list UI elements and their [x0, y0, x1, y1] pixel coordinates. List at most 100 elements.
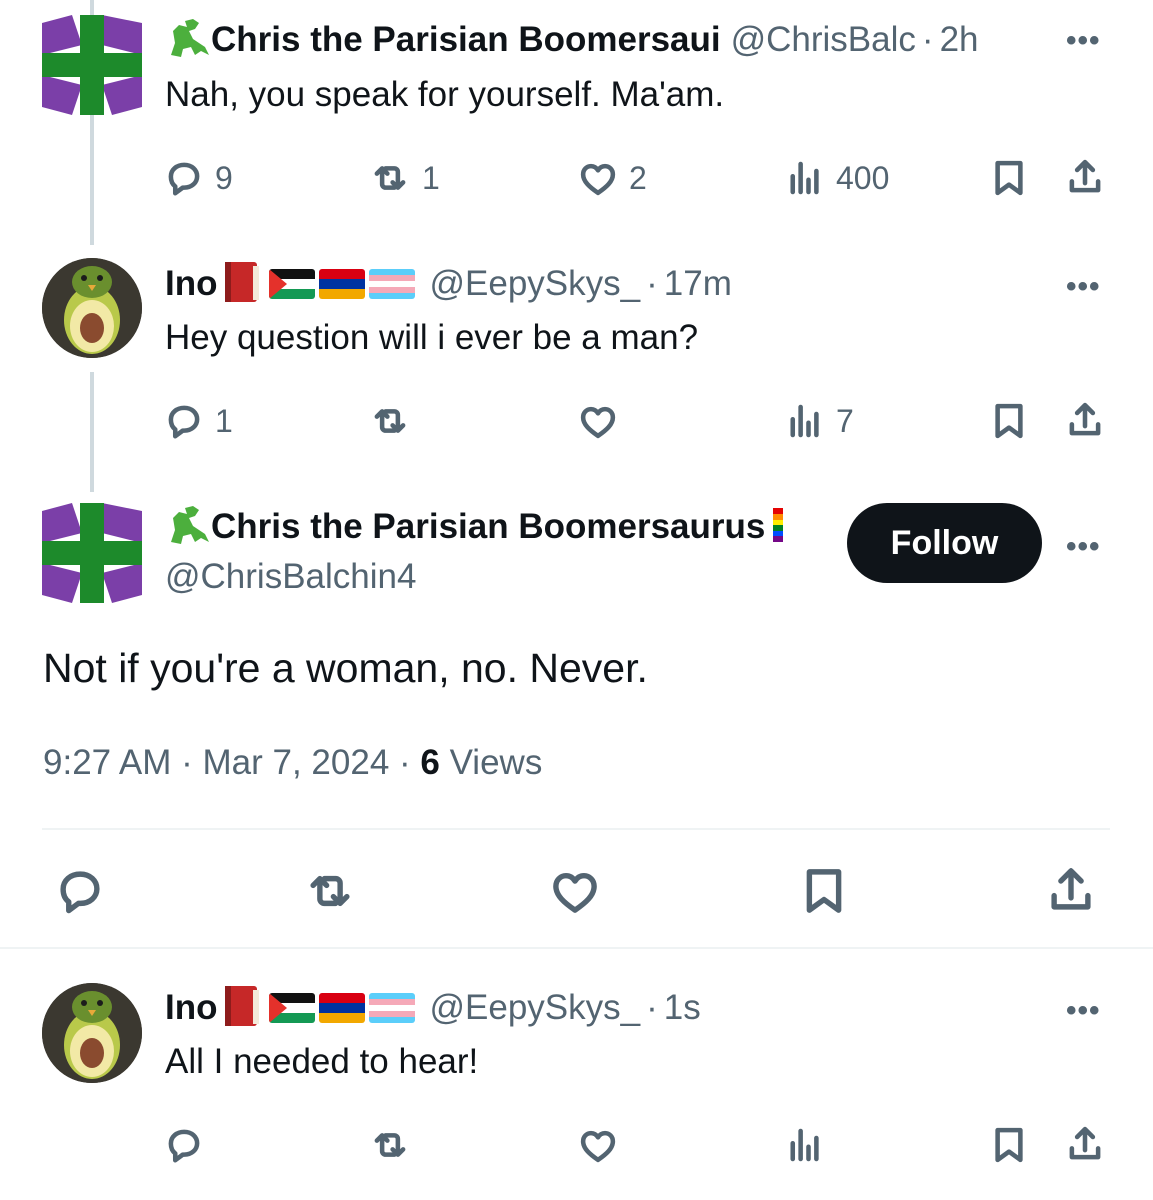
- tweet-text: Nah, you speak for yourself. Ma'am.: [165, 75, 725, 114]
- separator: ·: [646, 988, 658, 1027]
- like-button[interactable]: [577, 1124, 619, 1166]
- bookmark-icon: [988, 157, 1030, 199]
- handle[interactable]: @ChrisBalchin4: [165, 557, 416, 597]
- follow-button[interactable]: Follow: [847, 503, 1042, 583]
- like-icon: [577, 400, 619, 442]
- like-icon: [577, 1124, 619, 1166]
- avatar-chris[interactable]: [42, 15, 142, 115]
- armenia-flag-icon: [319, 269, 366, 299]
- avocado-bird-avatar-icon: [42, 983, 142, 1083]
- like-icon: [577, 157, 619, 199]
- trans-flag-icon: [369, 993, 416, 1023]
- palestine-flag-icon: [269, 993, 316, 1023]
- retweet-button[interactable]: [302, 864, 358, 918]
- share-icon: [1044, 862, 1098, 918]
- like-button[interactable]: [548, 864, 602, 918]
- dinosaur-icon: [165, 17, 211, 64]
- more-icon[interactable]: •••: [1066, 532, 1101, 562]
- union-flag-avatar-icon: [42, 15, 142, 115]
- like-button[interactable]: [577, 400, 619, 442]
- bookmark-icon: [797, 864, 851, 918]
- tweet-text: Hey question will i ever be a man?: [165, 318, 699, 357]
- reply-count: 1: [215, 402, 233, 439]
- reply-icon: [163, 400, 205, 442]
- views-button[interactable]: 7: [784, 400, 854, 442]
- bookmark-button[interactable]: [988, 157, 1030, 199]
- avatar-chris[interactable]: [42, 503, 142, 603]
- views-label: Views: [439, 743, 543, 782]
- share-button[interactable]: [1064, 155, 1106, 199]
- timestamp[interactable]: 17m: [664, 264, 732, 304]
- avatar-ino[interactable]: [42, 983, 142, 1083]
- reply-icon: [163, 157, 205, 199]
- more-icon[interactable]: •••: [1066, 272, 1101, 302]
- reply-icon: [163, 1124, 205, 1166]
- more-icon[interactable]: •••: [1066, 26, 1101, 56]
- thread-line: [90, 372, 94, 492]
- bookmark-button[interactable]: [797, 864, 851, 918]
- main-tweet-text: Not if you're a woman, no. Never.: [43, 645, 648, 691]
- share-icon: [1064, 398, 1106, 442]
- timestamp[interactable]: 1s: [664, 988, 701, 1028]
- handle[interactable]: @EepySkys_: [429, 264, 640, 304]
- timestamp[interactable]: 2h: [940, 20, 979, 60]
- like-button[interactable]: 2: [577, 157, 647, 199]
- more-icon[interactable]: •••: [1066, 996, 1101, 1026]
- tweet-text: All I needed to hear!: [165, 1042, 479, 1081]
- retweet-icon: [368, 157, 412, 199]
- reply-button[interactable]: 9: [163, 157, 233, 199]
- palestine-flag-icon: [269, 269, 316, 299]
- reply-icon: [53, 864, 107, 918]
- divider: [0, 947, 1153, 949]
- separator: ·: [646, 264, 658, 303]
- views-button[interactable]: [784, 1124, 826, 1166]
- views-count: 7: [836, 402, 854, 439]
- share-button[interactable]: [1064, 1122, 1106, 1166]
- avocado-bird-avatar-icon: [42, 258, 142, 358]
- display-name[interactable]: Chris the Parisian Boomersaui: [211, 20, 721, 60]
- bookmark-icon: [988, 1124, 1030, 1166]
- reply-button[interactable]: 1: [163, 400, 233, 442]
- share-button[interactable]: [1044, 862, 1098, 918]
- views-icon: [784, 157, 826, 199]
- armenia-flag-icon: [319, 993, 366, 1023]
- tweet-timestamp[interactable]: 9:27 AM · Mar 7, 2024 ·: [43, 743, 420, 782]
- display-name[interactable]: Ino: [165, 988, 217, 1028]
- retweet-icon: [302, 864, 358, 918]
- share-icon: [1064, 155, 1106, 199]
- divider: [42, 828, 1110, 830]
- reply-button[interactable]: [163, 1124, 205, 1166]
- bookmark-button[interactable]: [988, 1124, 1030, 1166]
- views-count: 6: [420, 743, 440, 782]
- handle[interactable]: @ChrisBalc: [731, 20, 916, 60]
- display-name[interactable]: Chris the Parisian Boomersaurus: [211, 507, 765, 547]
- union-flag-avatar-icon: [42, 503, 142, 603]
- retweet-button[interactable]: [368, 1124, 412, 1166]
- views-icon: [784, 1124, 826, 1166]
- book-icon: [219, 984, 265, 1033]
- separator: ·: [921, 20, 934, 59]
- views-count: 400: [836, 159, 890, 196]
- reply-count: 9: [215, 159, 233, 196]
- retweet-icon: [368, 400, 412, 442]
- share-icon: [1064, 1122, 1106, 1166]
- retweet-button[interactable]: 1: [368, 157, 440, 199]
- display-name[interactable]: Ino: [165, 264, 217, 304]
- tweet-meta: 9:27 AM · Mar 7, 2024 · 6 Views: [43, 743, 542, 783]
- avatar-ino[interactable]: [42, 258, 142, 358]
- views-button[interactable]: 400: [784, 157, 889, 199]
- dinosaur-icon: [165, 504, 211, 551]
- pride-flag-icon: [773, 507, 784, 547]
- book-icon: [219, 260, 265, 309]
- retweet-button[interactable]: [368, 400, 412, 442]
- like-icon: [548, 864, 602, 918]
- trans-flag-icon: [369, 269, 416, 299]
- retweet-count: 1: [422, 159, 440, 196]
- handle[interactable]: @EepySkys_: [429, 988, 640, 1028]
- retweet-icon: [368, 1124, 412, 1166]
- bookmark-icon: [988, 400, 1030, 442]
- bookmark-button[interactable]: [988, 400, 1030, 442]
- reply-button[interactable]: [53, 864, 107, 918]
- like-count: 2: [629, 159, 647, 196]
- share-button[interactable]: [1064, 398, 1106, 442]
